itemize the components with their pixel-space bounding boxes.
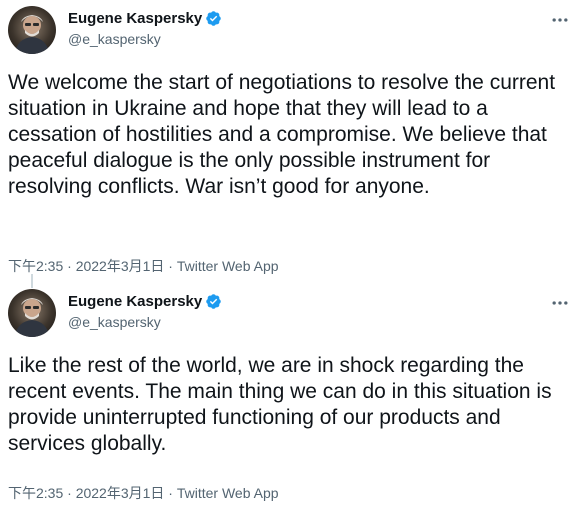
display-name[interactable]: Eugene Kaspersky <box>68 10 202 27</box>
author-name-row[interactable]: Eugene Kaspersky <box>68 10 222 27</box>
tweet-2[interactable]: Eugene Kaspersky @e_kaspersky Like the r… <box>0 283 580 508</box>
tweet-text: Like the rest of the world, we are in sh… <box>8 354 552 455</box>
avatar[interactable] <box>8 289 56 337</box>
more-icon[interactable] <box>550 10 570 30</box>
avatar[interactable] <box>8 6 56 54</box>
tweet-timestamp[interactable]: 下午2:35 · 2022年3月1日 · Twitter Web App <box>8 256 279 276</box>
more-icon[interactable] <box>550 293 570 313</box>
verified-badge-icon <box>206 294 221 309</box>
verified-badge-icon <box>206 11 221 26</box>
tweet-text: We welcome the start of negotiations to … <box>8 71 556 198</box>
tweet-1[interactable]: Eugene Kaspersky @e_kaspersky We welcome… <box>0 0 580 280</box>
author-name-row[interactable]: Eugene Kaspersky <box>68 293 222 310</box>
handle[interactable]: @e_kaspersky <box>68 31 161 47</box>
handle[interactable]: @e_kaspersky <box>68 314 161 330</box>
tweet-timestamp[interactable]: 下午2:35 · 2022年3月1日 · Twitter Web App <box>8 483 279 503</box>
display-name[interactable]: Eugene Kaspersky <box>68 293 202 310</box>
